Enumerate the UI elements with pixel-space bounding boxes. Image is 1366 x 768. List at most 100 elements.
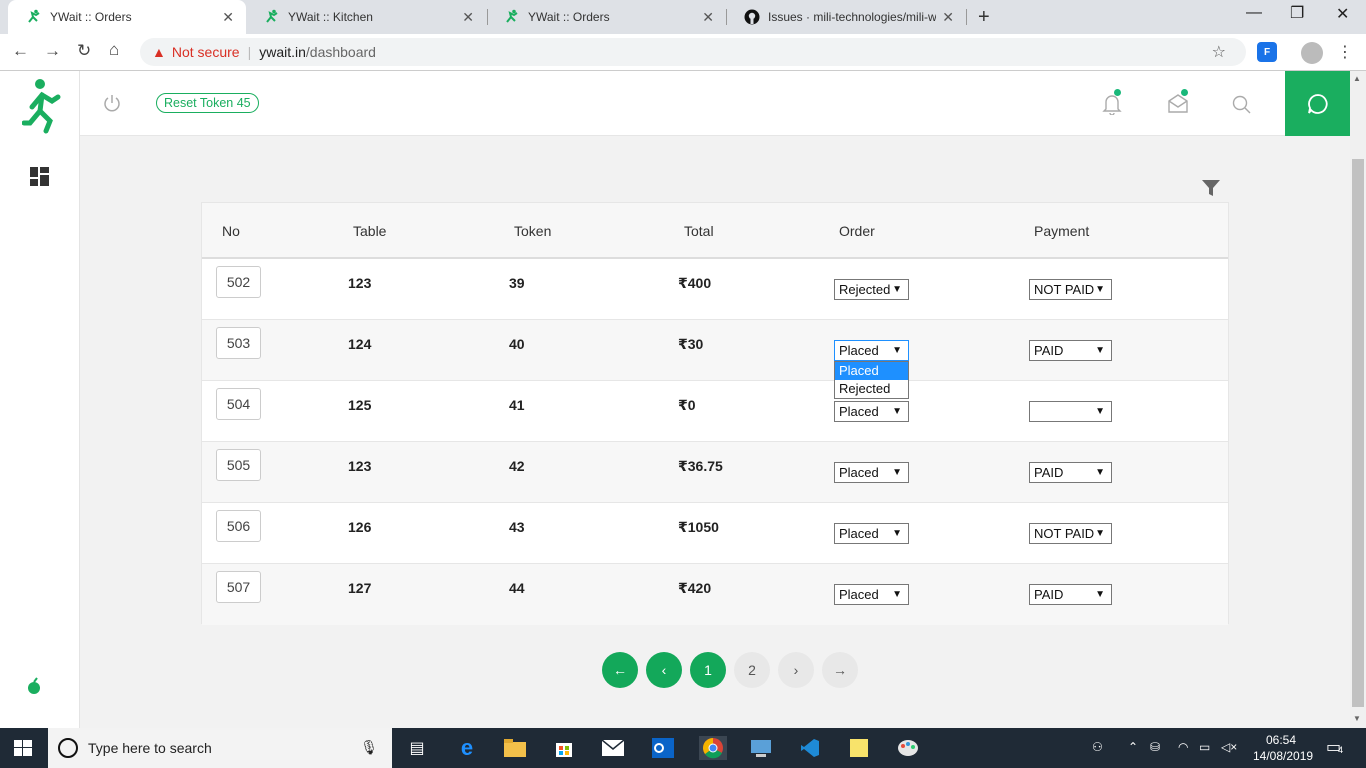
people-icon[interactable]: ⚇	[1092, 740, 1103, 754]
tab-github-issues[interactable]: Issues · mili-technologies/mili-we ✕	[726, 0, 966, 34]
page-button-1[interactable]: 1	[690, 652, 726, 688]
dropdown-option-placed[interactable]: Placed	[835, 362, 908, 380]
order-status-select[interactable]: Placed ▼	[834, 340, 909, 361]
new-tab-icon[interactable]: +	[978, 6, 990, 29]
payment-status-select[interactable]: NOT PAID ▼	[1029, 279, 1112, 300]
tab-title: YWait :: Kitchen	[288, 10, 373, 24]
chevron-left-icon: ‹	[661, 662, 667, 678]
ywait-logo-icon[interactable]	[22, 77, 62, 135]
last-page-button[interactable]: →	[822, 652, 858, 688]
dropdown-option-rejected[interactable]: Rejected	[835, 380, 908, 398]
order-status-select[interactable]: Placed ▼	[834, 523, 909, 544]
taskbar-clock[interactable]: 06:54 14/08/2019	[1253, 732, 1313, 764]
tab-ywait-orders-2[interactable]: YWait :: Orders ✕	[486, 0, 726, 34]
order-status-select[interactable]: Placed ▼	[834, 462, 909, 483]
notifications-button[interactable]	[1102, 89, 1122, 120]
payment-status-select[interactable]: PAID ▼	[1029, 584, 1112, 605]
first-page-button[interactable]: ←	[602, 652, 638, 688]
order-number[interactable]: 507	[216, 571, 261, 603]
address-bar[interactable]: ▲ Not secure | ywait.in /dashboard ☆	[140, 38, 1246, 66]
order-status-select[interactable]: Rejected ▼	[834, 279, 909, 300]
dropdown-arrow-icon: ▼	[892, 528, 902, 539]
dashboard-icon[interactable]	[30, 167, 49, 186]
paint-icon[interactable]	[895, 736, 921, 760]
scroll-up-icon[interactable]: ▲	[1353, 74, 1361, 83]
file-explorer-icon[interactable]	[502, 736, 528, 760]
prev-page-button[interactable]: ‹	[646, 652, 682, 688]
payment-status-select[interactable]: NOT PAID ▼	[1029, 523, 1112, 544]
task-view-icon[interactable]: ▤	[404, 736, 430, 760]
network-drive-icon[interactable]: ⛁	[1150, 740, 1160, 754]
close-tab-icon[interactable]: ✕	[702, 9, 714, 26]
search-button[interactable]	[1232, 95, 1252, 120]
microphone-icon[interactable]: 🎙	[360, 739, 378, 756]
wifi-icon[interactable]: ◠	[1178, 740, 1188, 754]
not-secure-label[interactable]: Not secure	[172, 44, 240, 60]
forward-icon[interactable]: →	[44, 41, 61, 61]
dropdown-arrow-icon: ▼	[892, 345, 902, 356]
scroll-down-icon[interactable]: ▼	[1353, 714, 1361, 723]
order-status-value: Placed	[839, 587, 879, 602]
table-number: 123	[348, 275, 372, 291]
page-scrollbar[interactable]: ▲ ▼	[1350, 71, 1366, 728]
dropdown-arrow-icon: ▼	[1095, 406, 1105, 417]
chevron-right-icon: ›	[793, 662, 799, 678]
extension-icon[interactable]: F	[1257, 42, 1277, 62]
sticky-notes-icon[interactable]	[846, 736, 872, 760]
order-number[interactable]: 503	[216, 327, 261, 359]
restore-icon[interactable]: ❐	[1290, 3, 1304, 23]
page-button-2[interactable]: 2	[734, 652, 770, 688]
battery-icon[interactable]: ▭	[1199, 740, 1210, 754]
table-number: 125	[348, 397, 372, 413]
close-tab-icon[interactable]: ✕	[222, 9, 234, 26]
order-number[interactable]: 506	[216, 510, 261, 542]
home-icon[interactable]: ⌂	[109, 40, 119, 60]
ywait-mini-logo-icon[interactable]	[26, 677, 42, 695]
more-menu-icon[interactable]: ⋮	[1337, 42, 1353, 62]
order-status-select[interactable]: Placed ▼	[834, 401, 909, 422]
window-close-icon[interactable]: ✕	[1336, 4, 1349, 24]
remote-desktop-icon[interactable]	[748, 736, 774, 760]
bookmark-star-icon[interactable]: ☆	[1212, 42, 1226, 62]
scrollbar-thumb[interactable]	[1352, 159, 1364, 707]
table-row: 504 125 41 ₹0 Placed ▼ ▼	[202, 381, 1228, 442]
messages-button[interactable]	[1167, 89, 1189, 118]
outlook-icon[interactable]	[650, 736, 676, 760]
store-icon[interactable]	[551, 736, 577, 760]
browser-toolbar: ← → ↻ ⌂ ▲ Not secure | ywait.in /dashboa…	[0, 34, 1366, 71]
order-status-value: Rejected	[839, 282, 891, 297]
taskbar-search-box[interactable]: Type here to search 🎙	[48, 728, 392, 768]
payment-status-select[interactable]: PAID ▼	[1029, 340, 1112, 361]
table-number: 127	[348, 580, 372, 596]
tab-ywait-kitchen[interactable]: YWait :: Kitchen ✕	[246, 0, 486, 34]
order-number[interactable]: 505	[216, 449, 261, 481]
order-status-value: Placed	[839, 465, 879, 480]
ywait-favicon-icon	[26, 9, 42, 25]
chrome-icon[interactable]	[699, 736, 727, 760]
mail-icon[interactable]	[600, 736, 626, 760]
minimize-icon[interactable]: —	[1246, 4, 1262, 22]
power-icon[interactable]	[102, 93, 122, 113]
payment-status-select[interactable]: PAID ▼	[1029, 462, 1112, 483]
windows-start-icon[interactable]	[14, 740, 32, 756]
close-tab-icon[interactable]: ✕	[462, 9, 474, 26]
order-number[interactable]: 504	[216, 388, 261, 420]
vscode-icon[interactable]	[797, 736, 823, 760]
order-number[interactable]: 502	[216, 266, 261, 298]
reset-token-button[interactable]: Reset Token 45	[156, 93, 259, 113]
edge-icon[interactable]: e	[454, 735, 480, 760]
tab-title: Issues · mili-technologies/mili-we	[768, 10, 937, 24]
filter-icon[interactable]	[1201, 178, 1221, 198]
back-icon[interactable]: ←	[12, 41, 29, 61]
profile-avatar[interactable]	[1301, 42, 1323, 64]
payment-status-select[interactable]: ▼	[1029, 401, 1112, 422]
reload-icon[interactable]: ↻	[77, 41, 91, 61]
tab-ywait-orders[interactable]: YWait :: Orders ✕	[8, 0, 246, 34]
chevron-up-icon[interactable]: ⌃	[1128, 740, 1138, 754]
order-status-select[interactable]: Placed ▼	[834, 584, 909, 605]
next-page-button[interactable]: ›	[778, 652, 814, 688]
order-status-value: Placed	[839, 404, 879, 419]
volume-muted-icon[interactable]: ◁×	[1221, 740, 1237, 754]
close-tab-icon[interactable]: ✕	[942, 9, 954, 26]
chat-button[interactable]	[1285, 71, 1350, 136]
